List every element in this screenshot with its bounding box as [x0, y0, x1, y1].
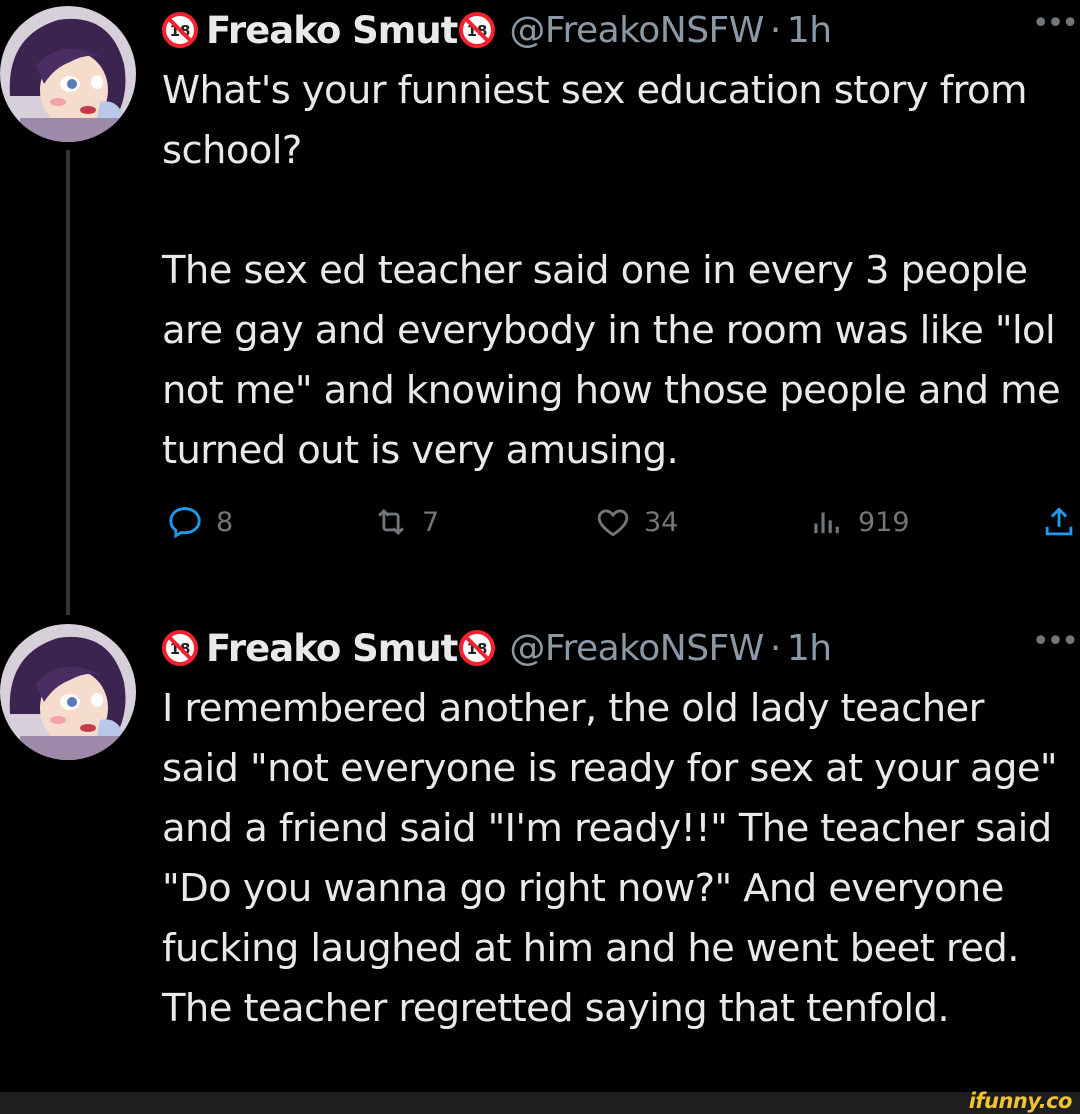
- tweet[interactable]: 18 Freako Smut 18 @FreakoNSFW · 1h ••• W…: [162, 0, 1080, 481]
- view-count: 919: [858, 506, 910, 538]
- retweet-button[interactable]: 7: [372, 503, 439, 541]
- like-count: 34: [644, 506, 679, 538]
- tweet-paragraph: What's your funniest sex education story…: [162, 68, 1028, 173]
- tweet-actions: 8 7 34 919: [162, 503, 1080, 553]
- reply-button[interactable]: 8: [166, 503, 233, 541]
- separator-dot: ·: [769, 9, 781, 51]
- no-under-18-icon: 18: [162, 630, 198, 666]
- timestamp[interactable]: 1h: [787, 628, 832, 669]
- timestamp[interactable]: 1h: [787, 10, 832, 51]
- like-button[interactable]: 34: [594, 503, 678, 541]
- no-under-18-icon: 18: [459, 630, 496, 666]
- like-icon: [597, 509, 629, 537]
- no-under-18-icon: 18: [162, 12, 198, 48]
- tweet-paragraph: I remembered another, the old lady teach…: [162, 686, 1058, 1031]
- no-under-18-icon: 18: [459, 12, 496, 48]
- views-icon: [814, 512, 839, 534]
- retweet-icon: [378, 508, 404, 536]
- share-button[interactable]: [1040, 503, 1078, 541]
- tweet[interactable]: 18 Freako Smut 18 @FreakoNSFW · 1h ••• I…: [162, 618, 1080, 1039]
- tweet-header: 18 Freako Smut 18 @FreakoNSFW · 1h: [162, 0, 1080, 60]
- display-name[interactable]: Freako Smut: [206, 9, 458, 52]
- share-icon: [1045, 507, 1073, 536]
- footer-bar: [0, 1092, 1080, 1114]
- retweet-count: 7: [422, 506, 440, 538]
- avatar[interactable]: [0, 624, 136, 760]
- display-name[interactable]: Freako Smut: [206, 627, 458, 670]
- avatar[interactable]: [0, 6, 136, 142]
- username-handle[interactable]: @FreakoNSFW: [509, 628, 764, 669]
- tweet-text: What's your funniest sex education story…: [162, 61, 1080, 481]
- tweet-text: I remembered another, the old lady teach…: [162, 679, 1080, 1039]
- watermark: ifunny.co: [968, 1089, 1073, 1113]
- reply-icon: [169, 507, 201, 539]
- tweet-paragraph: The sex ed teacher said one in every 3 p…: [162, 248, 1061, 473]
- separator-dot: ·: [769, 627, 781, 669]
- tweet-header: 18 Freako Smut 18 @FreakoNSFW · 1h: [162, 618, 1080, 678]
- views-button[interactable]: 919: [808, 503, 910, 541]
- username-handle[interactable]: @FreakoNSFW: [509, 10, 764, 51]
- thread-connector-line: [66, 150, 70, 615]
- more-icon[interactable]: •••: [1032, 624, 1079, 659]
- reply-count: 8: [216, 506, 234, 538]
- more-icon[interactable]: •••: [1032, 6, 1079, 41]
